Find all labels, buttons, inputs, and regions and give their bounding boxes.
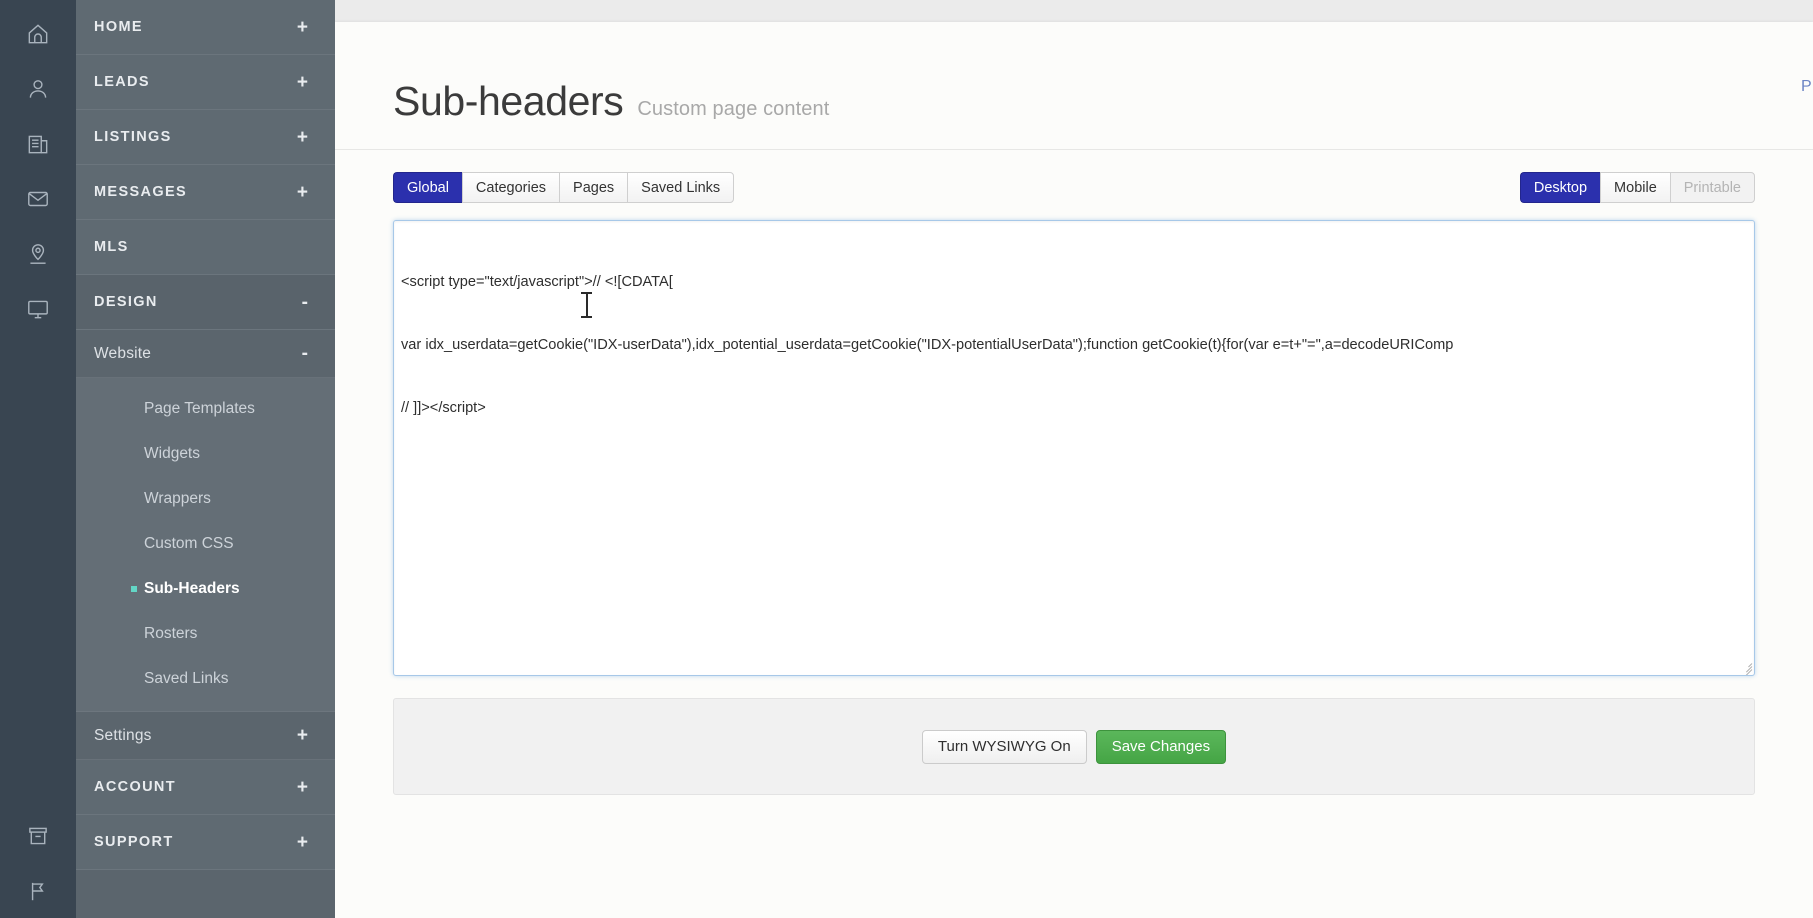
home-icon[interactable] <box>0 6 76 61</box>
application-window: HOME + LEADS + LISTINGS + MESSAGES + MLS… <box>0 0 1813 918</box>
top-right-link[interactable]: P <box>1801 78 1813 96</box>
footer-action-panel: Turn WYSIWYG On Save Changes <box>393 698 1755 795</box>
sidebar-subsection-label: Settings <box>94 726 152 744</box>
scope-tab-group: Global Categories Pages Saved Links <box>393 172 735 203</box>
sidebar-item-label: Widgets <box>144 444 200 462</box>
page-title: Sub-headers <box>393 78 624 124</box>
sidebar-item-saved-links[interactable]: Saved Links <box>76 656 335 701</box>
sidebar-section-label: LISTINGS <box>94 129 172 145</box>
tab-categories[interactable]: Categories <box>461 172 560 203</box>
sidebar-item-page-templates[interactable]: Page Templates <box>76 386 335 431</box>
page-header: Sub-headers Custom page content <box>335 22 1813 125</box>
sidebar-item-label: Page Templates <box>144 399 255 417</box>
toolbar: Global Categories Pages Saved Links Desk… <box>335 172 1813 203</box>
active-item-bullet-icon <box>131 585 137 592</box>
navigation-sidebar: HOME + LEADS + LISTINGS + MESSAGES + MLS… <box>76 0 335 918</box>
sidebar-section-label: HOME <box>94 19 143 35</box>
sidebar-section-label: MESSAGES <box>94 184 187 200</box>
sidebar-subsection-label: Website <box>94 344 152 362</box>
sidebar-section-home[interactable]: HOME + <box>76 0 335 55</box>
expand-plus-icon: + <box>296 776 308 798</box>
sidebar-section-label: ACCOUNT <box>94 779 176 795</box>
sidebar-section-label: LEADS <box>94 74 150 90</box>
sidebar-section-label: MLS <box>94 239 129 255</box>
code-line: <script type="text/javascript">// <![CDA… <box>401 274 673 290</box>
sidebar-item-label: Custom CSS <box>144 534 234 552</box>
sidebar-section-label: DESIGN <box>94 294 158 310</box>
main-content: P Sub-headers Custom page content Global… <box>335 0 1813 918</box>
resize-handle-icon[interactable] <box>1738 659 1753 675</box>
sidebar-website-items: Page Templates Widgets Wrappers Custom C… <box>76 378 335 712</box>
sidebar-section-label: SUPPORT <box>94 834 174 850</box>
sidebar-subsection-website[interactable]: Website - <box>76 330 335 378</box>
sidebar-item-widgets[interactable]: Widgets <box>76 431 335 476</box>
sidebar-section-design[interactable]: DESIGN - <box>76 275 335 330</box>
collapse-minus-icon: - <box>301 343 308 364</box>
sidebar-section-support[interactable]: SUPPORT + <box>76 815 335 870</box>
expand-plus-icon: + <box>296 181 308 203</box>
sidebar-item-rosters[interactable]: Rosters <box>76 611 335 656</box>
sidebar-subsection-settings[interactable]: Settings + <box>76 712 335 760</box>
tab-desktop[interactable]: Desktop <box>1519 172 1601 203</box>
expand-plus-icon: + <box>296 71 308 93</box>
messages-envelope-icon[interactable] <box>0 171 76 226</box>
turn-wysiwyg-on-button[interactable]: Turn WYSIWYG On <box>921 729 1087 764</box>
sidebar-section-account[interactable]: ACCOUNT + <box>76 760 335 815</box>
account-archive-icon[interactable] <box>0 808 76 863</box>
collapse-minus-icon: - <box>301 291 308 313</box>
tab-printable[interactable]: Printable <box>1669 172 1755 203</box>
sidebar-section-messages[interactable]: MESSAGES + <box>76 165 335 220</box>
tab-pages[interactable]: Pages <box>559 172 628 203</box>
page-subtitle: Custom page content <box>637 98 830 120</box>
sidebar-item-label: Sub-Headers <box>144 579 240 597</box>
leads-person-icon[interactable] <box>0 61 76 116</box>
expand-plus-icon: + <box>296 725 308 746</box>
tab-global[interactable]: Global <box>393 172 462 203</box>
content-card: P Sub-headers Custom page content Global… <box>335 22 1813 918</box>
editor-wrapper: <script type="text/javascript">// <![CDA… <box>393 220 1755 676</box>
code-line: var idx_userdata=getCookie("IDX-userData… <box>401 337 1454 353</box>
tab-mobile[interactable]: Mobile <box>1600 172 1670 203</box>
sidebar-item-label: Rosters <box>144 624 198 642</box>
code-editor-textarea[interactable]: <script type="text/javascript">// <![CDA… <box>393 220 1755 676</box>
sidebar-item-sub-headers[interactable]: Sub-Headers <box>76 566 335 611</box>
sidebar-item-label: Saved Links <box>144 669 229 687</box>
expand-plus-icon: + <box>296 16 308 38</box>
sidebar-filler <box>76 870 335 918</box>
support-flag-icon[interactable] <box>0 863 76 918</box>
sidebar-item-wrappers[interactable]: Wrappers <box>76 476 335 521</box>
sidebar-item-label: Wrappers <box>144 489 211 507</box>
sidebar-section-leads[interactable]: LEADS + <box>76 55 335 110</box>
tab-saved-links[interactable]: Saved Links <box>627 172 735 203</box>
mls-location-pin-icon[interactable] <box>0 226 76 281</box>
expand-plus-icon: + <box>296 831 308 853</box>
view-tab-group: Desktop Mobile Printable <box>1519 172 1755 203</box>
header-divider <box>335 149 1813 150</box>
code-line: // ]]></script> <box>401 400 486 416</box>
save-changes-button[interactable]: Save Changes <box>1095 729 1227 764</box>
icon-rail <box>0 0 76 918</box>
listings-building-icon[interactable] <box>0 116 76 171</box>
expand-plus-icon: + <box>296 126 308 148</box>
design-monitor-icon[interactable] <box>0 281 76 336</box>
sidebar-section-listings[interactable]: LISTINGS + <box>76 110 335 165</box>
sidebar-section-mls[interactable]: MLS <box>76 220 335 275</box>
sidebar-item-custom-css[interactable]: Custom CSS <box>76 521 335 566</box>
